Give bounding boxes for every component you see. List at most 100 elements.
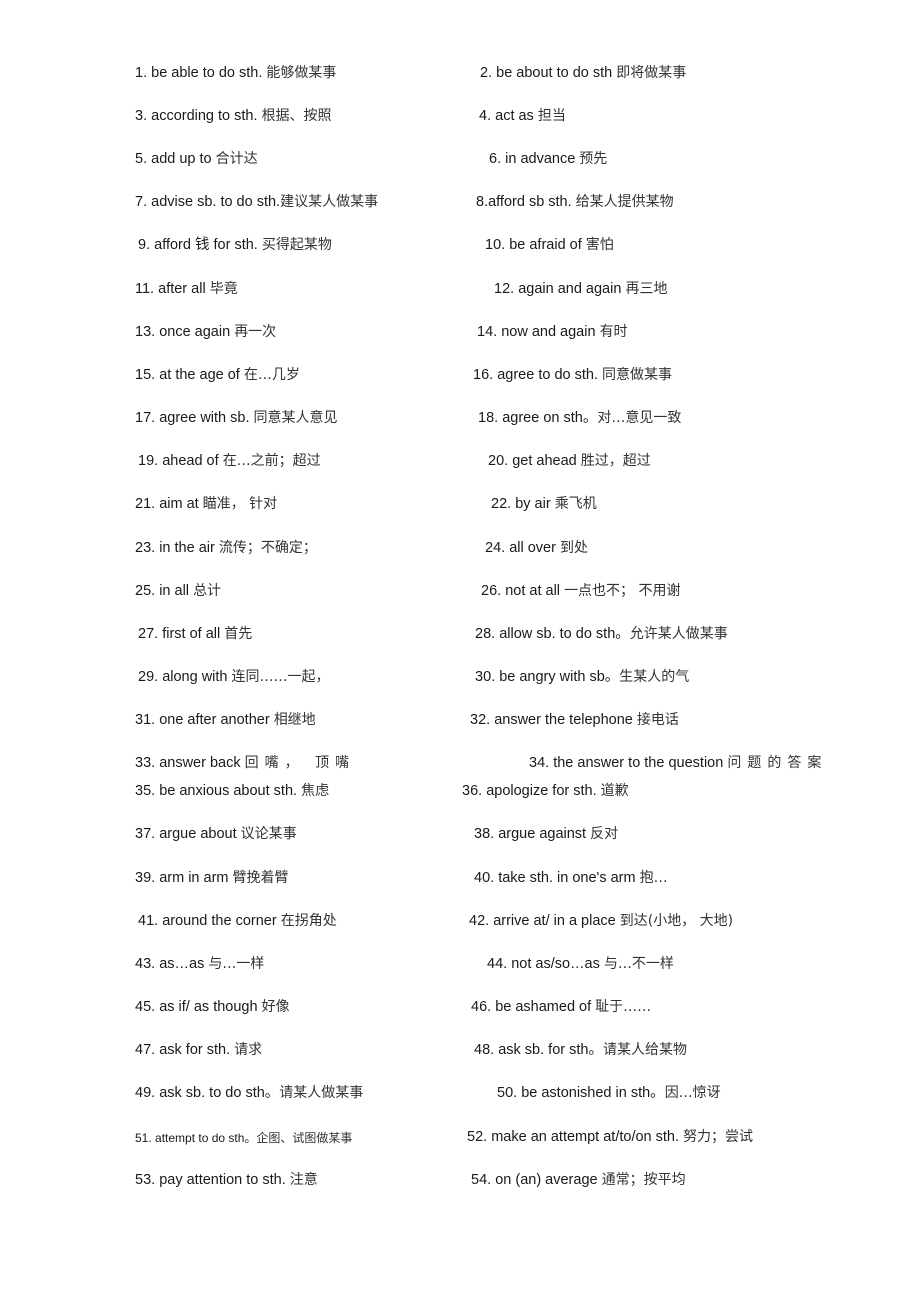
- entry-number: 48.: [474, 1042, 495, 1058]
- entry-33: 33. answer back 回嘴， 顶嘴: [135, 754, 355, 772]
- entry-20: 20. get ahead 胜过，超过: [488, 452, 651, 470]
- entry-chinese: 与…不一样: [603, 956, 674, 972]
- entry-chinese: 即将做某事: [616, 65, 687, 81]
- entry-49: 49. ask sb. to do sth。请某人做某事: [135, 1084, 363, 1102]
- entry-31: 31. one after another 相继地: [135, 711, 316, 729]
- entry-chinese: 能够做某事: [266, 65, 337, 81]
- entry-number: 36.: [462, 783, 483, 799]
- entry-english: apologize for sth.: [486, 783, 597, 799]
- entry-chinese: 相继地: [273, 712, 316, 728]
- entry-english: attempt to do sth。: [155, 1131, 257, 1145]
- entry-english: ask sb. to do sth。: [159, 1085, 280, 1101]
- entry-english: now and again: [501, 324, 596, 340]
- entry-chinese: 生某人的气: [619, 669, 690, 685]
- entry-english: once again: [159, 324, 231, 340]
- entry-chinese: 企图、试图做某事: [256, 1131, 353, 1145]
- entry-chinese: 道歉: [600, 783, 629, 799]
- entry-chinese: 对…意见一致: [597, 410, 682, 426]
- entry-number: 39.: [135, 870, 156, 886]
- entry-chinese: 同意做某事: [602, 367, 672, 383]
- entry-english: as…as: [159, 956, 205, 972]
- entry-number: 22.: [491, 496, 512, 512]
- entry-43: 43. as…as 与…一样: [135, 955, 264, 973]
- entry-chinese: 给某人提供某物: [575, 194, 674, 210]
- entry-english: arm in arm: [159, 870, 229, 886]
- entry-english: in advance: [505, 151, 576, 167]
- entry-chinese: 在拐角处: [280, 913, 337, 929]
- entry-44: 44. not as/so…as 与…不一样: [487, 955, 674, 973]
- entry-english: by air: [515, 496, 551, 512]
- entry-english: on (an) average: [495, 1172, 598, 1188]
- entry-number: 29.: [138, 669, 159, 685]
- entry-chinese: 担当: [537, 108, 566, 124]
- entry-24: 24. all over 到处: [485, 539, 588, 557]
- entry-english: aim at: [159, 496, 199, 512]
- entry-41: 41. around the corner 在拐角处: [138, 912, 337, 930]
- entry-chinese: 乘飞机: [554, 496, 597, 512]
- entry-number: 53.: [135, 1172, 156, 1188]
- entry-16: 16. agree to do sth. 同意做某事: [473, 366, 672, 384]
- entry-number: 5.: [135, 151, 148, 167]
- entry-chinese: 毕竟: [209, 281, 238, 297]
- entry-chinese: 请某人做某事: [279, 1085, 364, 1101]
- entry-number: 20.: [488, 453, 509, 469]
- entry-chinese: 合计达: [215, 151, 258, 167]
- entry-number: 1.: [135, 65, 148, 81]
- entry-chinese: 在…几岁: [243, 367, 300, 383]
- entry-chinese: 瞄准， 针对: [202, 496, 278, 512]
- entry-chinese: 再三地: [625, 281, 668, 297]
- entry-number: 14.: [477, 324, 498, 340]
- entry-chinese: 连同……一起，: [231, 669, 330, 685]
- entry-english: afford 钱 for sth.: [154, 237, 258, 253]
- entry-english: be able to do sth.: [151, 65, 263, 81]
- entry-number: 33.: [135, 755, 156, 771]
- entry-46: 46. be ashamed of 耻于……: [471, 998, 651, 1016]
- entry-number: 16.: [473, 367, 494, 383]
- entry-4: 4. act as 担当: [479, 107, 566, 125]
- entry-50: 50. be astonished in sth。因…惊讶: [497, 1084, 721, 1102]
- entry-35: 35. be anxious about sth. 焦虑: [135, 782, 329, 800]
- entry-english: the answer to the question: [553, 755, 724, 771]
- entry-19: 19. ahead of 在…之前；超过: [138, 452, 321, 470]
- entry-chinese: 同意某人意见: [253, 410, 338, 426]
- entry-number: 44.: [487, 956, 508, 972]
- entry-english: argue against: [498, 826, 587, 842]
- entry-english: pay attention to sth.: [159, 1172, 286, 1188]
- entry-11: 11. after all 毕竟: [135, 280, 238, 298]
- entry-english: all over: [509, 540, 556, 556]
- entry-chinese: 通常；按平均: [601, 1172, 686, 1188]
- entry-number: 38.: [474, 826, 495, 842]
- entry-52: 52. make an attempt at/to/on sth. 努力；尝试: [467, 1128, 753, 1146]
- entry-chinese: 努力；尝试: [683, 1129, 754, 1145]
- entry-english: ahead of: [162, 453, 219, 469]
- entry-number: 50.: [497, 1085, 518, 1101]
- entry-number: 43.: [135, 956, 156, 972]
- entry-chinese: 好像: [261, 999, 290, 1015]
- entry-number: 28.: [475, 626, 496, 642]
- entry-chinese: 抱…: [639, 870, 668, 886]
- entry-chinese: 根据、按照: [261, 108, 332, 124]
- entry-21: 21. aim at 瞄准， 针对: [135, 495, 277, 513]
- entry-54: 54. on (an) average 通常；按平均: [471, 1171, 686, 1189]
- entry-12: 12. again and again 再三地: [494, 280, 667, 298]
- entry-51: 51. attempt to do sth。企图、试图做某事: [135, 1129, 352, 1147]
- entry-number: 35.: [135, 783, 156, 799]
- entry-english: after all: [158, 281, 206, 297]
- entry-number: 40.: [474, 870, 495, 886]
- entry-chinese: 一点也不； 不用谢: [564, 583, 681, 599]
- entry-chinese: 到处: [559, 540, 588, 556]
- entry-chinese: 建议某人做某事: [280, 194, 379, 210]
- entry-number: 46.: [471, 999, 492, 1015]
- entry-english: allow sb. to do sth。: [499, 626, 630, 642]
- entry-english: again and again: [518, 281, 622, 297]
- entry-26: 26. not at all 一点也不； 不用谢: [481, 582, 681, 600]
- entry-15: 15. at the age of 在…几岁: [135, 366, 300, 384]
- entry-22: 22. by air 乘飞机: [491, 495, 597, 513]
- entry-chinese: 反对: [590, 826, 619, 842]
- entry-25: 25. in all 总计: [135, 582, 221, 600]
- entry-chinese: 问题的答案: [727, 755, 828, 771]
- entry-chinese: 首先: [224, 626, 253, 642]
- entry-number: 21.: [135, 496, 156, 512]
- entry-1: 1. be able to do sth. 能够做某事: [135, 64, 336, 82]
- entry-number: 11.: [135, 281, 155, 297]
